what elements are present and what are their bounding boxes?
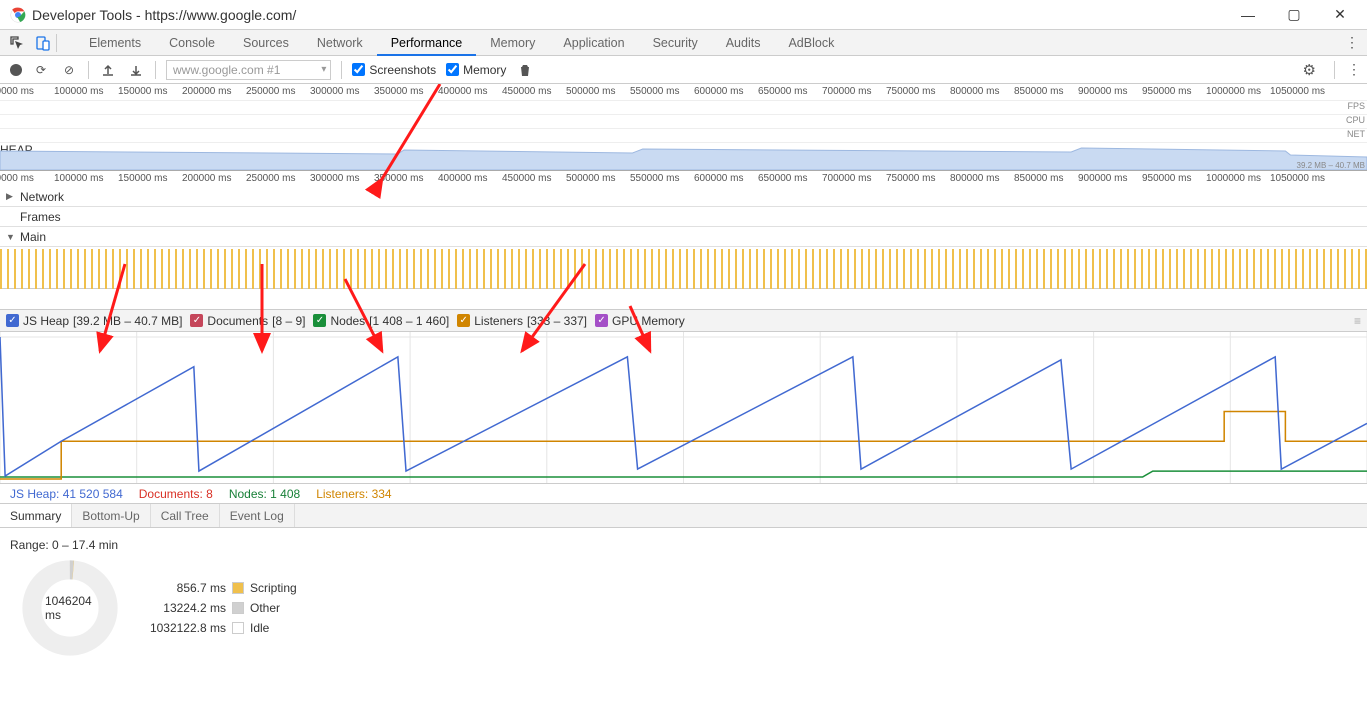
performance-panel: 50000 ms100000 ms150000 ms200000 ms25000… — [0, 84, 1367, 725]
stat-documents: Documents: 8 — [139, 487, 213, 501]
memory-stats: JS Heap: 41 520 584 Documents: 8 Nodes: … — [0, 484, 1367, 504]
clear-button[interactable]: ⊘ — [60, 61, 78, 79]
row-frames[interactable]: Frames — [0, 207, 1367, 227]
perf-kebab-icon[interactable]: ⋮ — [1347, 61, 1361, 78]
overview-heap-lane: HEAP 39.2 MB – 40.7 MB — [0, 142, 1367, 170]
memory-legend: ✓ JS Heap[39.2 MB – 40.7 MB] ✓ Documents… — [0, 310, 1367, 332]
main-ruler: 50000 ms100000 ms150000 ms200000 ms25000… — [0, 171, 1367, 187]
main-timeline: 50000 ms100000 ms150000 ms200000 ms25000… — [0, 171, 1367, 310]
detail-tab-calltree[interactable]: Call Tree — [151, 504, 220, 527]
overview-net-lane: NET — [0, 128, 1367, 142]
legend-documents[interactable]: ✓ Documents[8 – 9] — [190, 314, 305, 328]
main-flame-stripes — [0, 247, 1367, 289]
row-main[interactable]: ▼Main — [0, 247, 1367, 289]
summary-legend: 856.7 msScripting 13224.2 msOther 103212… — [136, 578, 297, 638]
stat-js-heap: JS Heap: 41 520 584 — [10, 487, 123, 501]
screenshots-checkbox[interactable]: Screenshots — [352, 63, 436, 77]
overview-cpu-lane: CPU — [0, 114, 1367, 128]
memory-chart[interactable] — [0, 332, 1367, 484]
window-titlebar: Developer Tools - https://www.google.com… — [0, 0, 1367, 30]
kebab-menu-icon[interactable]: ⋮ — [1345, 34, 1359, 51]
record-button[interactable] — [10, 64, 22, 76]
detail-tabs: Summary Bottom-Up Call Tree Event Log — [0, 504, 1367, 528]
legend-gpu[interactable]: ✓ GPU Memory — [595, 314, 685, 328]
tab-network[interactable]: Network — [303, 30, 377, 56]
heap-range-label: 39.2 MB – 40.7 MB — [1297, 161, 1365, 170]
detail-tab-summary[interactable]: Summary — [0, 504, 72, 527]
inspect-element-icon[interactable] — [4, 30, 30, 56]
timeline-overview[interactable]: 50000 ms100000 ms150000 ms200000 ms25000… — [0, 84, 1367, 171]
window-title: Developer Tools - https://www.google.com… — [32, 7, 296, 23]
maximize-button[interactable]: ▢ — [1271, 0, 1317, 30]
overview-fps-lane: FPS — [0, 100, 1367, 114]
row-network[interactable]: ▶Network — [0, 187, 1367, 207]
tab-console[interactable]: Console — [155, 30, 229, 56]
legend-nodes[interactable]: ✓ Nodes[1 408 – 1 460] — [313, 314, 449, 328]
stat-listeners: Listeners: 334 — [316, 487, 391, 501]
tab-performance[interactable]: Performance — [377, 30, 477, 56]
legend-listeners[interactable]: ✓ Listeners[333 – 337] — [457, 314, 587, 328]
summary-donut: 1046204 ms — [20, 558, 120, 658]
tab-elements[interactable]: Elements — [75, 30, 155, 56]
device-toggle-icon[interactable] — [30, 30, 56, 56]
garbage-collect-button[interactable] — [516, 61, 534, 79]
legend-js-heap[interactable]: ✓ JS Heap[39.2 MB – 40.7 MB] — [6, 314, 182, 328]
summary-range: Range: 0 – 17.4 min — [10, 538, 1357, 552]
summary-pane: Range: 0 – 17.4 min 1046204 ms 856.7 msS… — [0, 528, 1367, 725]
profile-selector[interactable]: www.google.com #1 — [166, 60, 331, 80]
detail-tab-bottomup[interactable]: Bottom-Up — [72, 504, 150, 527]
save-profile-button[interactable] — [127, 61, 145, 79]
settings-gear-icon[interactable]: ⚙ — [1303, 61, 1316, 79]
detail-tab-eventlog[interactable]: Event Log — [220, 504, 295, 527]
overview-ruler: 50000 ms100000 ms150000 ms200000 ms25000… — [0, 84, 1367, 100]
reload-record-button[interactable]: ⟳ — [32, 61, 50, 79]
tab-application[interactable]: Application — [549, 30, 638, 56]
close-button[interactable]: ✕ — [1317, 0, 1363, 30]
memory-checkbox[interactable]: Memory — [446, 63, 506, 77]
tab-security[interactable]: Security — [639, 30, 712, 56]
tab-audits[interactable]: Audits — [712, 30, 775, 56]
stat-nodes: Nodes: 1 408 — [229, 487, 300, 501]
chrome-logo-icon — [10, 7, 26, 23]
tab-sources[interactable]: Sources — [229, 30, 303, 56]
tab-adblock[interactable]: AdBlock — [774, 30, 848, 56]
summary-total: 1046204 ms — [45, 594, 95, 622]
memory-legend-menu-icon[interactable]: ≡ — [1354, 314, 1361, 328]
performance-toolbar: ⟳ ⊘ www.google.com #1 Screenshots Memory… — [0, 56, 1367, 84]
tab-memory[interactable]: Memory — [476, 30, 549, 56]
load-profile-button[interactable] — [99, 61, 117, 79]
devtools-tabs: Elements Console Sources Network Perform… — [0, 30, 1367, 56]
minimize-button[interactable]: — — [1225, 0, 1271, 30]
